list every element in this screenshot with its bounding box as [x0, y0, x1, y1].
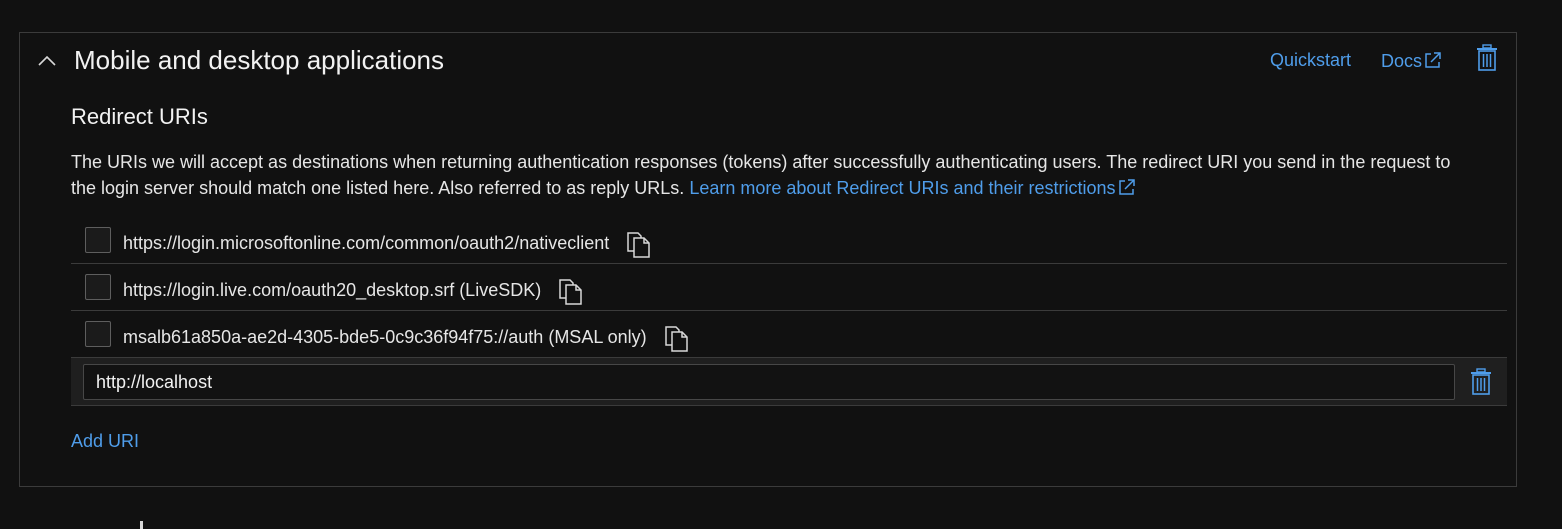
copy-icon	[664, 326, 688, 352]
docs-link[interactable]: Docs	[1381, 50, 1443, 72]
copy-icon	[627, 232, 650, 258]
redirect-uri-row: msalb61a850a-ae2d-4305-bde5-0c9c36f94f75…	[71, 311, 1507, 358]
uri-label: https://login.live.com/oauth20_desktop.s…	[123, 280, 542, 300]
quickstart-link[interactable]: Quickstart	[1270, 50, 1351, 71]
section-title: Mobile and desktop applications	[74, 45, 445, 75]
uri-checkbox[interactable]	[85, 321, 111, 347]
uri-checkbox[interactable]	[85, 227, 111, 253]
mobile-desktop-platform-card: Mobile and desktop applications Quicksta…	[19, 32, 1517, 487]
copy-button[interactable]	[557, 276, 585, 306]
uri-item: https://login.microsoftonline.com/common…	[123, 229, 653, 259]
chevron-up-icon	[38, 55, 56, 66]
redirect-uris-heading: Redirect URIs	[71, 104, 208, 129]
copy-icon	[559, 279, 582, 305]
next-section-heading-peek	[128, 521, 146, 529]
learn-more-label: Learn more about Redirect URIs and their…	[689, 178, 1116, 198]
copy-button[interactable]	[663, 323, 691, 353]
docs-link-label: Docs	[1381, 51, 1423, 71]
learn-more-link[interactable]: Learn more about Redirect URIs and their…	[689, 178, 1136, 198]
external-link-icon	[1118, 179, 1135, 195]
external-link-icon	[1425, 52, 1441, 68]
delete-uri-button[interactable]	[1469, 368, 1493, 396]
uri-label: https://login.microsoftonline.com/common…	[123, 233, 610, 253]
redirect-uris-description: The URIs we will accept as destinations …	[71, 149, 1471, 201]
redirect-uri-row: https://login.live.com/oauth20_desktop.s…	[71, 264, 1507, 311]
redirect-uri-row: https://login.microsoftonline.com/common…	[71, 217, 1507, 264]
trash-icon	[1477, 44, 1497, 71]
delete-platform-button[interactable]	[1475, 44, 1499, 72]
redirect-uri-list: https://login.microsoftonline.com/common…	[71, 217, 1507, 406]
trash-icon	[1471, 368, 1491, 395]
copy-button[interactable]	[625, 229, 653, 259]
new-uri-row	[71, 358, 1507, 406]
new-uri-input[interactable]	[83, 364, 1455, 400]
uri-checkbox[interactable]	[85, 274, 111, 300]
collapse-button[interactable]	[36, 50, 58, 72]
add-uri-link[interactable]: Add URI	[71, 431, 139, 452]
uri-label: msalb61a850a-ae2d-4305-bde5-0c9c36f94f75…	[123, 327, 647, 347]
card-header: Mobile and desktop applications Quicksta…	[20, 33, 1516, 89]
uri-item: msalb61a850a-ae2d-4305-bde5-0c9c36f94f75…	[123, 323, 691, 353]
uri-item: https://login.live.com/oauth20_desktop.s…	[123, 276, 585, 306]
